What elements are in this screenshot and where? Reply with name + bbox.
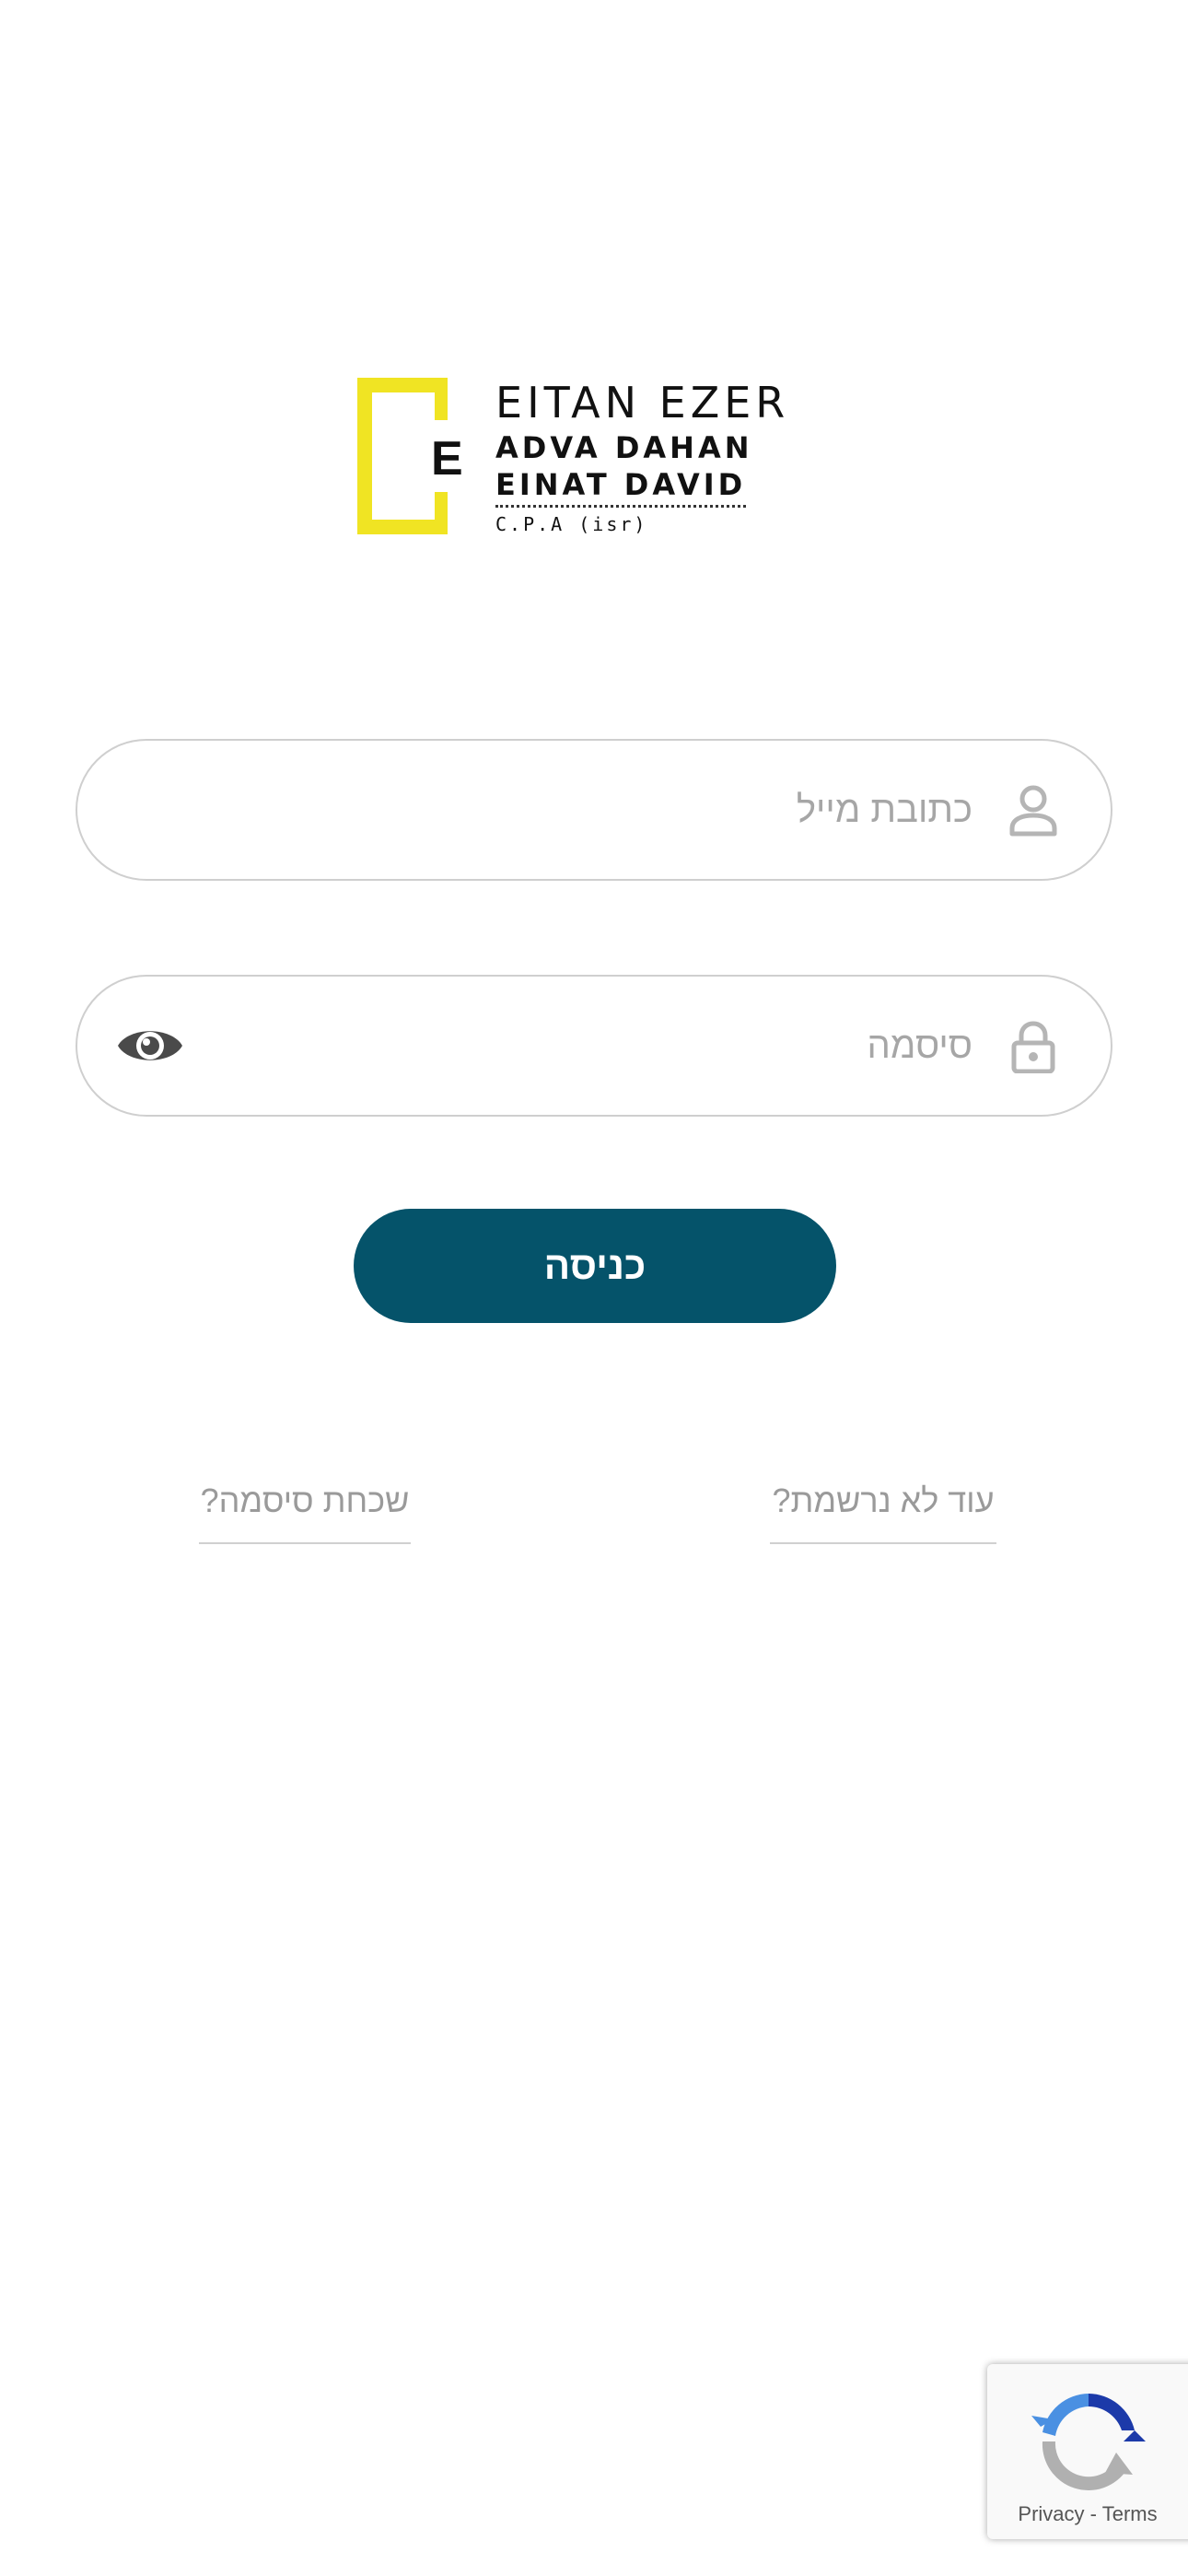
email-input[interactable] (225, 741, 973, 879)
recaptcha-links: Privacy - Terms (987, 2500, 1188, 2528)
recaptcha-separator: - (1089, 2502, 1097, 2525)
logo-name-2: ADVA DAHAN (495, 430, 753, 465)
recaptcha-badge[interactable]: Privacy - Terms (987, 2364, 1188, 2539)
login-button[interactable]: כניסה (354, 1209, 836, 1323)
company-logo: E EITAN EZER ADVA DAHAN EINAT DAVID C.P.… (357, 378, 836, 534)
recaptcha-privacy-link[interactable]: Privacy (1018, 2502, 1084, 2525)
login-page: E EITAN EZER ADVA DAHAN EINAT DAVID C.P.… (0, 0, 1188, 2576)
forgot-password-link[interactable]: שכחת סיסמה? (199, 1478, 411, 1544)
register-link[interactable]: עוד לא נרשמת? (770, 1478, 996, 1544)
lock-icon (1011, 1021, 1055, 1073)
logo-name-3: EINAT DAVID (495, 468, 747, 508)
recaptcha-terms-link[interactable]: Terms (1102, 2502, 1158, 2525)
password-input[interactable] (225, 977, 973, 1115)
password-field[interactable] (76, 975, 1112, 1117)
user-icon (1009, 785, 1057, 837)
logo-subtitle: C.P.A (isr) (495, 513, 648, 535)
logo-letter: E (431, 432, 463, 486)
logo-text: EITAN EZER ADVA DAHAN EINAT DAVID C.P.A … (495, 378, 845, 534)
recaptcha-icon (1031, 2394, 1146, 2491)
email-field[interactable] (76, 739, 1112, 881)
eye-icon[interactable] (116, 1021, 184, 1071)
logo-name-1: EITAN EZER (495, 378, 790, 427)
